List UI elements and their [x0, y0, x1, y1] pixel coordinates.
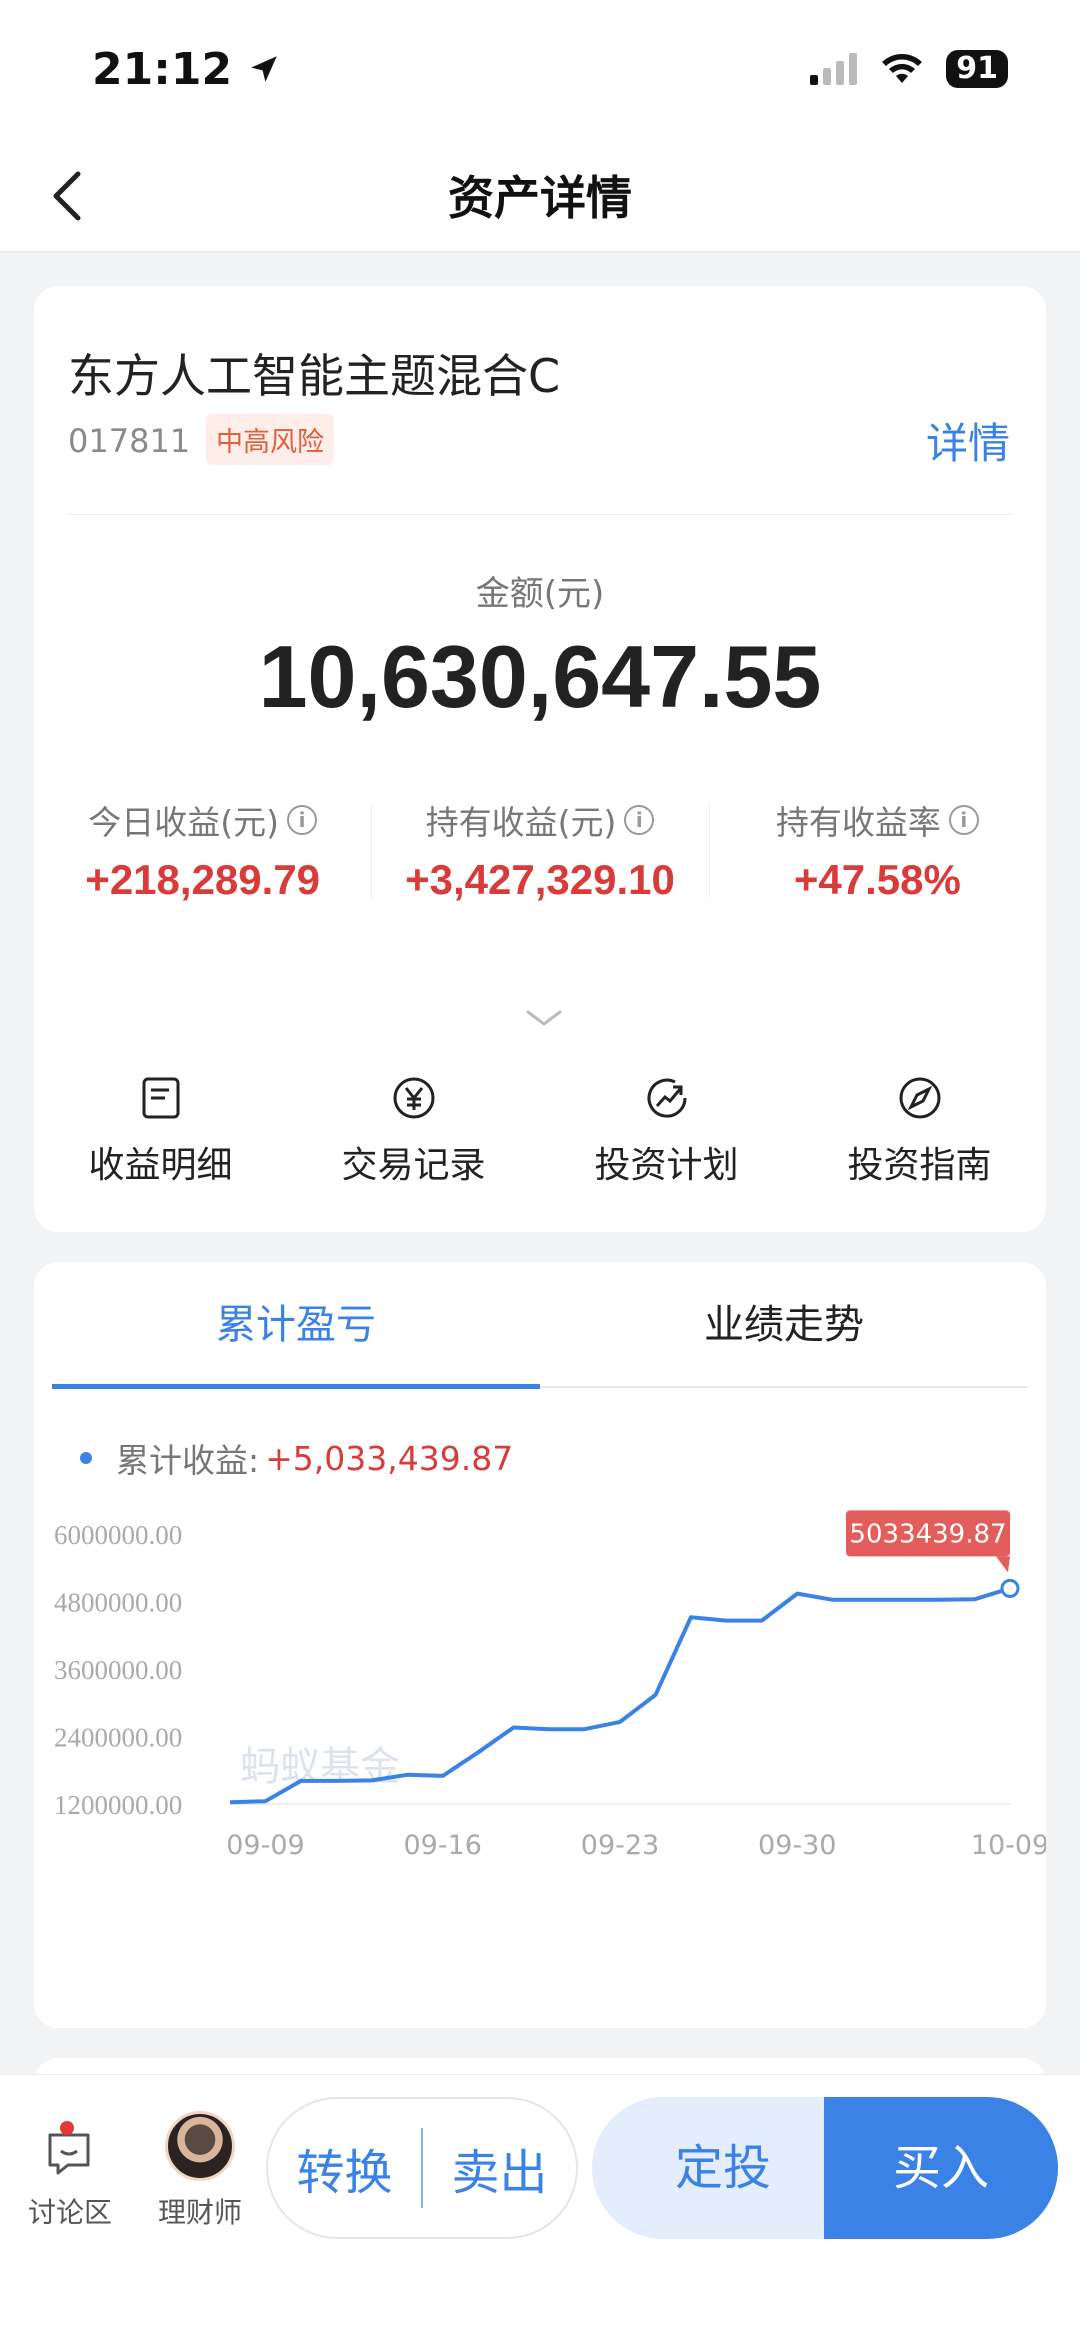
tab-performance-trend[interactable]: 业绩走势	[540, 1262, 1028, 1386]
x-tick-label: 09-23	[581, 1830, 659, 1861]
info-icon[interactable]: i	[948, 805, 979, 835]
last-data-point	[1000, 1578, 1020, 1598]
performance-card: 累计盈亏 业绩走势 累计收益: +5,033,439.87 6000000.00…	[34, 1262, 1046, 2028]
cellular-signal-icon	[810, 53, 858, 85]
stat-holding-return-rate: 持有收益率 i +47.58%	[708, 796, 1046, 906]
yuan-circle-icon	[393, 1077, 434, 1119]
quick-actions: 收益明细 交易记录 投资计划 投资指南	[34, 1076, 1046, 1188]
action-investment-guide[interactable]: 投资指南	[793, 1076, 1046, 1188]
amount-value: 10,630,647.55	[258, 627, 822, 726]
document-icon	[142, 1077, 179, 1119]
amount-label: 金额(元)	[475, 574, 605, 614]
stat-holding-earnings: 持有收益(元) i +3,427,329.10	[371, 796, 708, 906]
trend-circle-icon	[647, 1078, 687, 1118]
buy-button[interactable]: 买入	[824, 2097, 1058, 2239]
discussion-button[interactable]: 讨论区	[20, 2121, 120, 2231]
compass-icon	[899, 1077, 940, 1119]
info-icon[interactable]: i	[287, 805, 318, 835]
sell-button[interactable]: 卖出	[423, 2133, 576, 2203]
action-transactions[interactable]: 交易记录	[287, 1076, 540, 1188]
action-label: 交易记录	[341, 1145, 486, 1186]
y-tick-label: 6000000.00	[54, 1520, 182, 1550]
notification-dot	[60, 2121, 74, 2135]
last-value-tooltip: 5033439.87	[846, 1510, 1010, 1573]
avatar	[165, 2111, 235, 2181]
divider	[421, 2128, 423, 2208]
chevron-down-icon[interactable]	[524, 1006, 564, 1030]
fund-code: 017811	[68, 422, 191, 460]
status-time: 21:12	[92, 44, 281, 95]
fund-detail-link[interactable]: 详情	[926, 410, 1010, 471]
auto-invest-button[interactable]: 定投	[592, 2097, 854, 2239]
bottom-action-bar: 讨论区 理财师 转换 卖出 定投 买入	[0, 2074, 1080, 2337]
tooltip-pointer	[996, 1556, 1010, 1573]
divider	[68, 514, 1012, 515]
info-icon[interactable]: i	[624, 805, 655, 835]
advisor-label: 理财师	[157, 2196, 242, 2229]
x-tick-label: 09-09	[226, 1830, 304, 1861]
stat-value: +47.58%	[793, 856, 961, 903]
stat-label: 今日收益(元)	[88, 803, 280, 842]
location-arrow-icon	[251, 56, 278, 82]
y-tick-label: 1200000.00	[54, 1790, 182, 1820]
action-investment-plan[interactable]: 投资计划	[540, 1076, 793, 1188]
legend-value: +5,033,439.87	[265, 1438, 514, 1478]
convert-button[interactable]: 转换	[268, 2133, 421, 2203]
status-icons: 91	[810, 50, 1008, 88]
action-label: 投资指南	[847, 1145, 992, 1186]
convert-sell-group: 转换 卖出	[266, 2097, 578, 2239]
wifi-icon	[882, 54, 923, 83]
legend-dot	[80, 1452, 92, 1464]
page-title: 资产详情	[448, 171, 632, 225]
stat-value: +3,427,329.10	[405, 856, 675, 903]
stat-value: +218,289.79	[85, 856, 321, 903]
watermark: 蚂蚁基金	[240, 1744, 400, 1790]
discussion-label: 讨论区	[27, 2196, 112, 2229]
fund-name: 东方人工智能主题混合C	[68, 349, 561, 403]
y-tick-label: 2400000.00	[54, 1723, 182, 1753]
stat-label: 持有收益(元)	[425, 803, 617, 842]
action-label: 投资计划	[594, 1145, 739, 1186]
tooltip-label: 5033439.87	[849, 1519, 1006, 1549]
x-tick-label: 09-16	[403, 1830, 481, 1861]
risk-badge: 中高风险	[206, 414, 334, 465]
cumulative-pnl-chart[interactable]: 6000000.00 4800000.00 3600000.00 2400000.00…	[34, 1502, 1046, 2002]
chart-legend: 累计收益: +5,033,439.87	[80, 1434, 513, 1482]
nav-bar: 资产详情	[0, 140, 1080, 252]
y-tick-label: 3600000.00	[54, 1655, 182, 1685]
action-earnings-detail[interactable]: 收益明细	[34, 1076, 287, 1188]
advisor-button[interactable]: 理财师	[148, 2111, 252, 2231]
earnings-stats: 今日收益(元) i +218,289.79 持有收益(元) i +3,427,3…	[34, 796, 1046, 906]
action-label: 收益明细	[88, 1145, 233, 1186]
battery-indicator: 91	[946, 50, 1008, 88]
chart-tabs: 累计盈亏 业绩走势	[52, 1262, 1028, 1389]
tab-cumulative-pnl[interactable]: 累计盈亏	[52, 1262, 540, 1389]
status-bar: 21:12 91	[0, 0, 1080, 140]
chat-bubble-icon	[48, 2133, 90, 2175]
asset-summary-card: 东方人工智能主题混合C 017811 中高风险 详情 金额(元) 10,630,…	[34, 286, 1046, 1232]
x-tick-label: 10-09	[971, 1830, 1046, 1861]
stat-today-earnings: 今日收益(元) i +218,289.79	[34, 796, 371, 906]
legend-label: 累计收益:	[116, 1441, 260, 1480]
x-tick-label: 09-30	[758, 1830, 836, 1861]
stat-label: 持有收益率	[775, 803, 941, 842]
y-tick-label: 4800000.00	[54, 1588, 182, 1618]
